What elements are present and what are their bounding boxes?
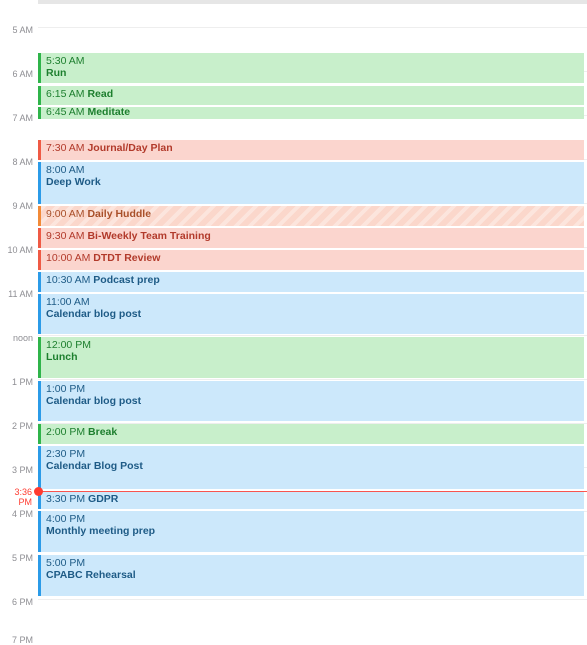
hour-label: 6 AM: [12, 69, 33, 79]
gridline: [38, 599, 587, 600]
event-run[interactable]: 5:30 AM Run: [38, 53, 584, 83]
event-calendar-blog-post[interactable]: 11:00 AM Calendar blog post: [38, 294, 584, 334]
event-title: Calendar blog post: [46, 394, 142, 407]
gridline: [38, 379, 587, 380]
event-title: Calendar Blog Post: [46, 459, 143, 472]
event-meditate[interactable]: 6:45 AM Meditate: [38, 107, 584, 119]
event-time: 1:00 PM: [46, 383, 86, 395]
event-title: Podcast prep: [93, 274, 160, 286]
event-lunch[interactable]: 12:00 PM Lunch: [38, 337, 584, 378]
event-title: Read: [87, 88, 114, 100]
hour-label: 7 PM: [11, 635, 33, 645]
event-title: DTDT Review: [93, 252, 161, 264]
event-title: Deep Work: [46, 175, 101, 188]
event-time: 11:00 AM: [46, 296, 90, 308]
event-calendar-blog-post-2[interactable]: 1:00 PM Calendar blog post: [38, 381, 584, 421]
event-time: 6:15 AM: [46, 88, 85, 100]
event-time: 6:45 AM: [46, 107, 85, 118]
event-deep-work[interactable]: 8:00 AM Deep Work: [38, 162, 584, 204]
event-time: 9:30 AM: [46, 230, 85, 242]
hour-label: 5 AM: [12, 25, 33, 35]
event-bi-weekly-team-training[interactable]: 9:30 AM Bi-Weekly Team Training: [38, 228, 584, 248]
hour-label: 9 AM: [12, 201, 33, 211]
gridline: [38, 335, 587, 336]
event-title: Bi-Weekly Team Training: [87, 230, 211, 242]
event-time: 5:00 PM: [46, 557, 86, 569]
event-time: 8:00 AM: [46, 164, 85, 176]
hour-label: 7 AM: [12, 113, 33, 123]
all-day-divider: [38, 0, 587, 4]
event-monthly-meeting-prep[interactable]: 4:00 PM Monthly meeting prep: [38, 511, 584, 552]
event-title: Monthly meeting prep: [46, 524, 156, 537]
event-podcast-prep[interactable]: 10:30 AM Podcast prep: [38, 272, 584, 292]
gridline: [38, 27, 587, 28]
current-time-dot: [34, 487, 43, 496]
event-journal-day-plan[interactable]: 7:30 AM Journal/Day Plan: [38, 140, 584, 160]
event-title: Lunch: [46, 350, 78, 363]
event-title: Run: [46, 66, 67, 79]
event-break[interactable]: 2:00 PM Break: [38, 424, 584, 444]
event-cpabc-rehearsal[interactable]: 5:00 PM CPABC Rehearsal: [38, 555, 584, 596]
event-title: Break: [88, 426, 118, 438]
event-time: 10:00 AM: [46, 252, 91, 264]
event-gdpr[interactable]: 3:30 PM GDPR: [38, 491, 584, 509]
event-time: 4:00 PM: [46, 513, 86, 525]
hour-label: noon: [12, 333, 33, 343]
event-time: 2:00 PM: [46, 426, 86, 438]
event-daily-huddle[interactable]: 9:00 AM Daily Huddle: [38, 206, 584, 226]
event-time: 2:30 PM: [46, 448, 86, 460]
event-time: 7:30 AM: [46, 142, 85, 154]
event-time: 12:00 PM: [46, 339, 91, 351]
hour-label: 10 AM: [7, 245, 33, 255]
event-title: Meditate: [87, 107, 131, 118]
hour-label: 8 AM: [12, 157, 33, 167]
hour-label: 5 PM: [11, 553, 33, 563]
event-dtdt-review[interactable]: 10:00 AM DTDT Review: [38, 250, 584, 270]
current-time-label: 3:36 PM: [14, 487, 32, 507]
event-title: Daily Huddle: [87, 208, 152, 220]
hour-label: 11 AM: [8, 289, 33, 299]
event-time: 3:30 PM: [46, 493, 86, 505]
event-time: 5:30 AM: [46, 55, 85, 67]
event-title: Journal/Day Plan: [87, 142, 173, 154]
hour-label: 6 PM: [11, 597, 33, 607]
current-time-line: [40, 491, 587, 492]
event-title: GDPR: [88, 493, 119, 505]
hour-label: 4 PM: [11, 509, 33, 519]
event-title: CPABC Rehearsal: [46, 568, 136, 581]
hour-label: 3 PM: [11, 465, 33, 475]
event-time: 9:00 AM: [46, 208, 85, 220]
event-read[interactable]: 6:15 AM Read: [38, 86, 584, 105]
event-time: 10:30 AM: [46, 274, 91, 286]
hour-label: 2 PM: [11, 421, 33, 431]
event-title: Calendar blog post: [46, 307, 142, 320]
event-calendar-blog-post-3[interactable]: 2:30 PM Calendar Blog Post: [38, 446, 584, 489]
hour-label: 1 PM: [11, 377, 33, 387]
